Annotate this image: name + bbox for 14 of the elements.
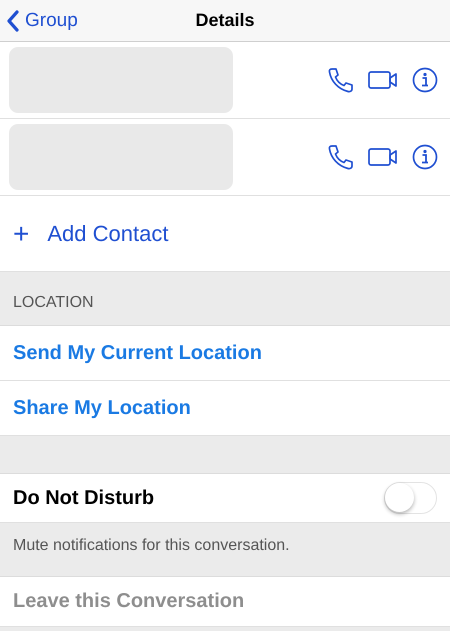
location-action[interactable]: Send My Current Location bbox=[0, 326, 450, 381]
chevron-left-icon[interactable] bbox=[6, 10, 20, 32]
setting-label: Do Not Disturb bbox=[13, 486, 154, 510]
video-camera-icon[interactable] bbox=[368, 145, 398, 169]
screen-title: Details bbox=[195, 10, 255, 31]
toggle-switch[interactable] bbox=[384, 482, 437, 514]
add-contact-button[interactable]: + Add Contact bbox=[0, 196, 450, 272]
location-action[interactable]: Share My Location bbox=[0, 381, 450, 436]
phone-icon[interactable] bbox=[327, 66, 354, 94]
info-icon[interactable] bbox=[412, 144, 438, 170]
video-camera-icon[interactable] bbox=[368, 68, 398, 92]
phone-icon[interactable] bbox=[327, 144, 354, 170]
info-icon[interactable] bbox=[412, 67, 438, 93]
back-button[interactable]: Group bbox=[0, 8, 84, 32]
